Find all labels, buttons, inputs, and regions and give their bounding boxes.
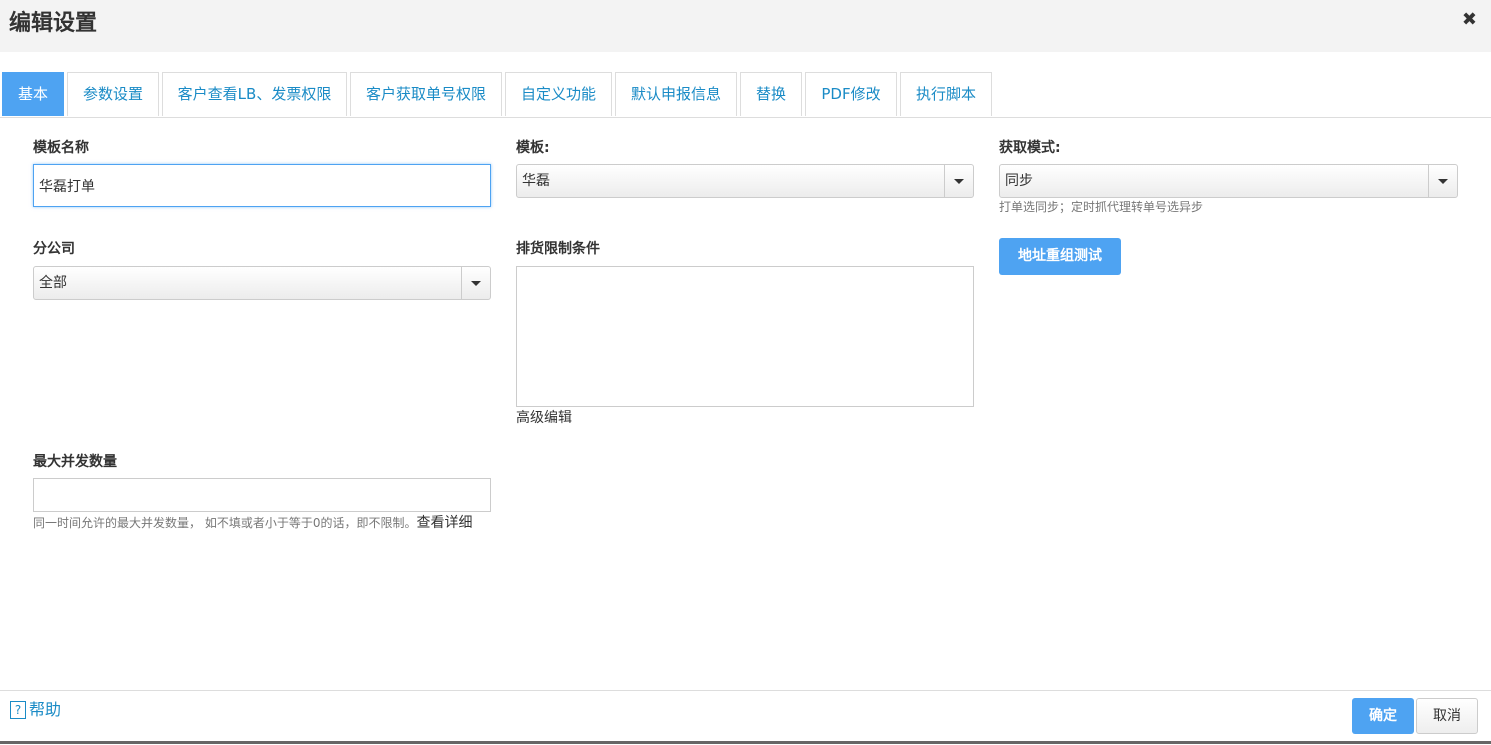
shipping-restrictions-label: 排货限制条件 xyxy=(516,241,600,257)
dialog-footer: ? 帮助 确定 取消 xyxy=(0,690,1491,745)
tab-execute-script[interactable]: 执行脚本 xyxy=(900,72,992,116)
tab-customer-tracking-permission[interactable]: 客户获取单号权限 xyxy=(350,72,502,116)
address-test-button[interactable]: 地址重组测试 xyxy=(999,238,1121,275)
tab-bar: 基本 参数设置 客户查看LB、发票权限 客户获取单号权限 自定义功能 默认申报信… xyxy=(0,72,1491,118)
help-link[interactable]: ? 帮助 xyxy=(10,699,61,721)
fetch-mode-hint: 打单选同步；定时抓代理转单号选异步 xyxy=(999,200,1204,214)
fetch-mode-label: 获取模式: xyxy=(999,140,1061,156)
branch-label: 分公司 xyxy=(33,241,75,257)
max-concurrency-hint: 同一时间允许的最大并发数量， 如不填或者小于等于0的话，即不限制。查看详细 xyxy=(33,513,493,533)
advanced-edit-link[interactable]: 高级编辑 xyxy=(516,408,572,428)
max-concurrency-hint-text: 同一时间允许的最大并发数量， 如不填或者小于等于0的话，即不限制。 xyxy=(33,516,417,530)
tab-default-declaration[interactable]: 默认申报信息 xyxy=(615,72,737,116)
tab-replace[interactable]: 替换 xyxy=(740,72,802,116)
cancel-button[interactable]: 取消 xyxy=(1416,698,1478,734)
chevron-down-icon xyxy=(944,165,973,197)
tab-parameters[interactable]: 参数设置 xyxy=(67,72,159,116)
template-name-input[interactable] xyxy=(33,164,491,207)
help-label: 帮助 xyxy=(29,700,62,719)
view-details-link[interactable]: 查看详细 xyxy=(416,515,472,531)
question-icon: ? xyxy=(10,701,26,719)
tab-custom-functions[interactable]: 自定义功能 xyxy=(505,72,612,116)
template-name-label: 模板名称 xyxy=(33,140,89,156)
chevron-down-icon xyxy=(461,267,490,299)
close-icon[interactable]: ✖ xyxy=(1462,10,1477,30)
fetch-mode-select[interactable]: 同步 xyxy=(999,164,1458,198)
chevron-down-icon xyxy=(1428,165,1457,197)
dialog-header: 编辑设置 ✖ xyxy=(0,0,1491,52)
tab-customer-view-lb-invoice[interactable]: 客户查看LB、发票权限 xyxy=(162,72,347,116)
confirm-button[interactable]: 确定 xyxy=(1352,698,1414,734)
tab-basic[interactable]: 基本 xyxy=(2,72,64,116)
branch-select-value: 全部 xyxy=(39,275,67,291)
max-concurrency-input[interactable] xyxy=(33,478,491,512)
dialog-title: 编辑设置 xyxy=(9,11,98,36)
tab-pdf-modify[interactable]: PDF修改 xyxy=(805,72,897,116)
template-label: 模板: xyxy=(516,140,550,156)
branch-select[interactable]: 全部 xyxy=(33,266,491,300)
fetch-mode-select-value: 同步 xyxy=(1005,173,1033,189)
template-select[interactable]: 华磊 xyxy=(516,164,974,198)
template-select-value: 华磊 xyxy=(522,173,550,189)
max-concurrency-label: 最大并发数量 xyxy=(33,454,117,470)
shipping-restrictions-textarea[interactable] xyxy=(516,266,974,407)
